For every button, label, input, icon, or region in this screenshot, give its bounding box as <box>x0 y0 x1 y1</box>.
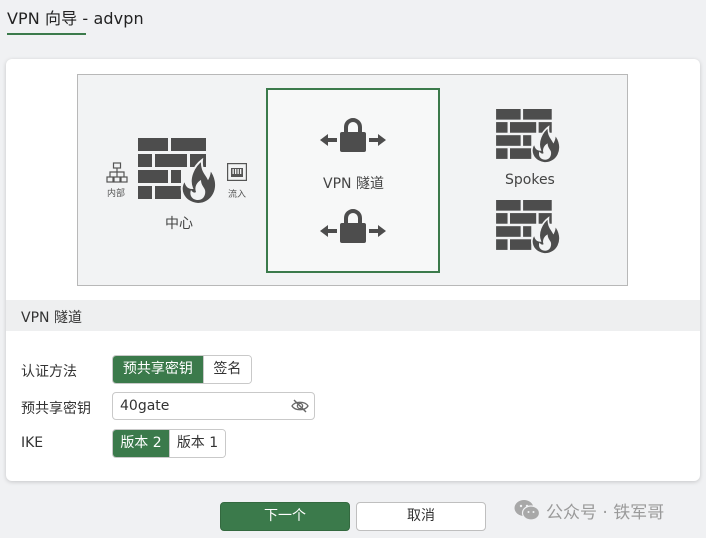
page-title-area: VPN 向导 - advpn <box>7 8 144 35</box>
tunnel-lock-icon <box>320 209 386 243</box>
tunnel-lock-icon <box>320 118 386 152</box>
psk-label: 预共享密钥 <box>21 401 91 417</box>
hub-label: 中心 <box>165 216 193 232</box>
next-button[interactable]: 下一个 <box>220 502 350 531</box>
auth-method-toggle: 预共享密钥 签名 <box>112 355 252 384</box>
auth-option-signature[interactable]: 签名 <box>202 356 251 383</box>
ike-label: IKE <box>21 435 44 451</box>
topology-diagram: 内部 中心 流入 VPN 隧道 Spokes <box>77 74 628 286</box>
spokes-label: Spokes <box>505 172 555 188</box>
auth-option-psk[interactable]: 预共享密钥 <box>113 356 203 383</box>
hub-firewall-icon <box>138 138 216 204</box>
ike-option-v2[interactable]: 版本 2 <box>113 430 169 457</box>
internal-label: 内部 <box>107 189 126 199</box>
eye-slash-icon[interactable] <box>291 399 309 413</box>
network-icon <box>106 162 128 183</box>
spoke-firewall-icon <box>496 200 560 254</box>
psk-value: 40gate <box>120 398 170 414</box>
vpn-tunnel-box: VPN 隧道 <box>266 88 440 273</box>
watermark: 公众号 · 铁军哥 <box>514 497 664 523</box>
page-title: VPN 向导 - advpn <box>7 9 144 28</box>
section-title: VPN 隧道 <box>21 310 82 326</box>
psk-input[interactable]: 40gate <box>112 392 315 420</box>
spoke-firewall-icon <box>496 109 560 163</box>
wizard-card: 内部 中心 流入 VPN 隧道 Spokes VPN 隧道 认证方法 预共享密钥… <box>6 59 700 481</box>
title-underline <box>7 33 86 35</box>
port-icon <box>227 163 247 181</box>
cancel-button[interactable]: 取消 <box>356 502 486 531</box>
inflow-label: 流入 <box>228 190 247 200</box>
wechat-icon <box>514 500 540 521</box>
section-header: VPN 隧道 <box>6 300 700 331</box>
watermark-text: 公众号 · 铁军哥 <box>546 502 665 523</box>
ike-option-v1[interactable]: 版本 1 <box>168 430 225 457</box>
auth-method-label: 认证方法 <box>21 364 77 380</box>
ike-version-toggle: 版本 2 版本 1 <box>112 429 226 458</box>
tunnel-label: VPN 隧道 <box>323 176 384 192</box>
